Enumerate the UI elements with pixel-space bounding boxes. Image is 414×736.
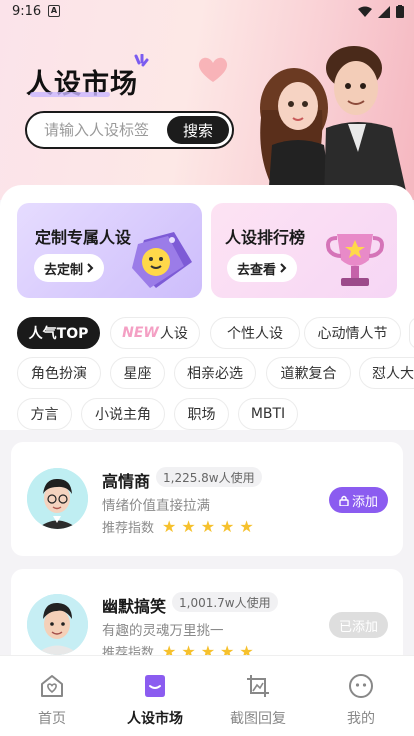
search-input[interactable] [27,113,157,147]
star-icon: ★ [162,516,177,536]
tag-overflow[interactable] [409,317,414,349]
couple-illustration [260,46,408,200]
persona-name: 幽默搞笑 [102,597,167,616]
star-icon: ★ [200,516,216,536]
usage-count: 1,225.8w人使用 [156,467,262,487]
add-persona-label: 添加 [351,494,378,510]
nav-mine-label: 我的 [347,711,375,727]
avatar [27,594,88,655]
status-bar: 9:16 A [0,0,414,24]
home-icon [41,675,63,697]
signal-icon [378,5,390,18]
persona-ranking-card[interactable]: 人设排行榜 去查看 [211,203,397,298]
nav-mine[interactable]: 我的 [311,656,411,736]
custom-persona-title: 定制专属人设 [35,228,132,247]
persona-card-high-eq[interactable]: 高情商 1,225.8w人使用 情绪价值直接拉满 推荐指数 ★ ★ ★ ★ ★ … [11,442,403,556]
tag-workplace[interactable]: 职场 [174,398,229,430]
star-icon: ★ [181,516,196,536]
star-icon: ★ [220,516,235,536]
tag-personality[interactable]: 个性人设 [210,317,300,349]
title-underline [30,92,110,97]
notification-icon: A [48,5,60,17]
heart-decoration-icon [198,57,228,82]
tag-roast[interactable]: 怼人大 [359,357,414,389]
tag-new-persona-label: 人设 [159,326,188,342]
lock-icon [339,495,349,506]
nav-home-label: 首页 [38,711,66,727]
tag-popular-top[interactable]: 人气TOP [17,317,100,349]
trophy-icon [326,234,384,286]
new-badge: NEW [122,325,159,341]
tag-mascot-icon [132,232,192,288]
search-button[interactable]: 搜索 [167,116,229,144]
sparkle-icon [134,54,149,67]
tag-blind-date[interactable]: 相亲必选 [174,357,256,389]
persona-ranking-title: 人设排行榜 [225,228,306,247]
tag-zodiac[interactable]: 星座 [110,357,165,389]
nav-persona-market-label: 人设市场 [127,711,183,727]
tag-mbti[interactable]: MBTI [238,398,298,430]
persona-description: 有趣的灵魂万里挑一 [102,623,224,639]
bottom-nav: 首页 人设市场 截图回复 我的 [0,655,414,736]
nav-screenshot-reply-label: 截图回复 [230,711,286,727]
rating-row: 推荐指数 ★ ★ ★ ★ ★ [102,517,254,536]
tag-new-persona[interactable]: NEW 人设 [110,317,200,349]
wifi-icon [358,6,372,17]
tag-valentine[interactable]: 心动情人节 [304,317,401,349]
persona-name: 高情商 [102,472,151,491]
status-time: 9:16 [12,4,42,19]
chevron-right-icon [87,263,94,273]
go-view-button[interactable]: 去查看 [227,254,298,282]
usage-count: 1,001.7w人使用 [172,592,278,612]
persona-card-humor[interactable]: 幽默搞笑 1,001.7w人使用 有趣的灵魂万里挑一 推荐指数 ★ ★ ★ ★ … [11,569,403,669]
rating-label: 推荐指数 [102,521,155,536]
search-box: 搜索 [25,111,234,149]
tag-novel-lead[interactable]: 小说主角 [81,398,165,430]
chevron-right-icon [280,263,287,273]
nav-home[interactable]: 首页 [2,656,102,736]
persona-description: 情绪价值直接拉满 [102,498,210,514]
avatar [27,468,88,529]
market-icon [145,675,165,697]
nav-persona-market[interactable]: 人设市场 [105,656,205,736]
go-customize-button[interactable]: 去定制 [34,254,105,282]
added-persona-button[interactable]: 已添加 [329,612,388,638]
star-icon: ★ [239,516,254,536]
status-icons [358,5,404,18]
rating-stars: ★ ★ ★ ★ ★ [162,516,254,536]
profile-icon [349,674,373,698]
custom-persona-card[interactable]: 定制专属人设 去定制 [17,203,202,298]
battery-icon [396,5,404,18]
tag-apology[interactable]: 道歉复合 [266,357,351,389]
tag-role-play[interactable]: 角色扮演 [17,357,101,389]
go-view-label: 去查看 [237,262,277,278]
go-customize-label: 去定制 [44,262,84,278]
add-persona-button[interactable]: 添加 [329,487,388,513]
crop-image-icon [247,675,269,697]
nav-screenshot-reply[interactable]: 截图回复 [208,656,308,736]
tag-dialect[interactable]: 方言 [17,398,72,430]
